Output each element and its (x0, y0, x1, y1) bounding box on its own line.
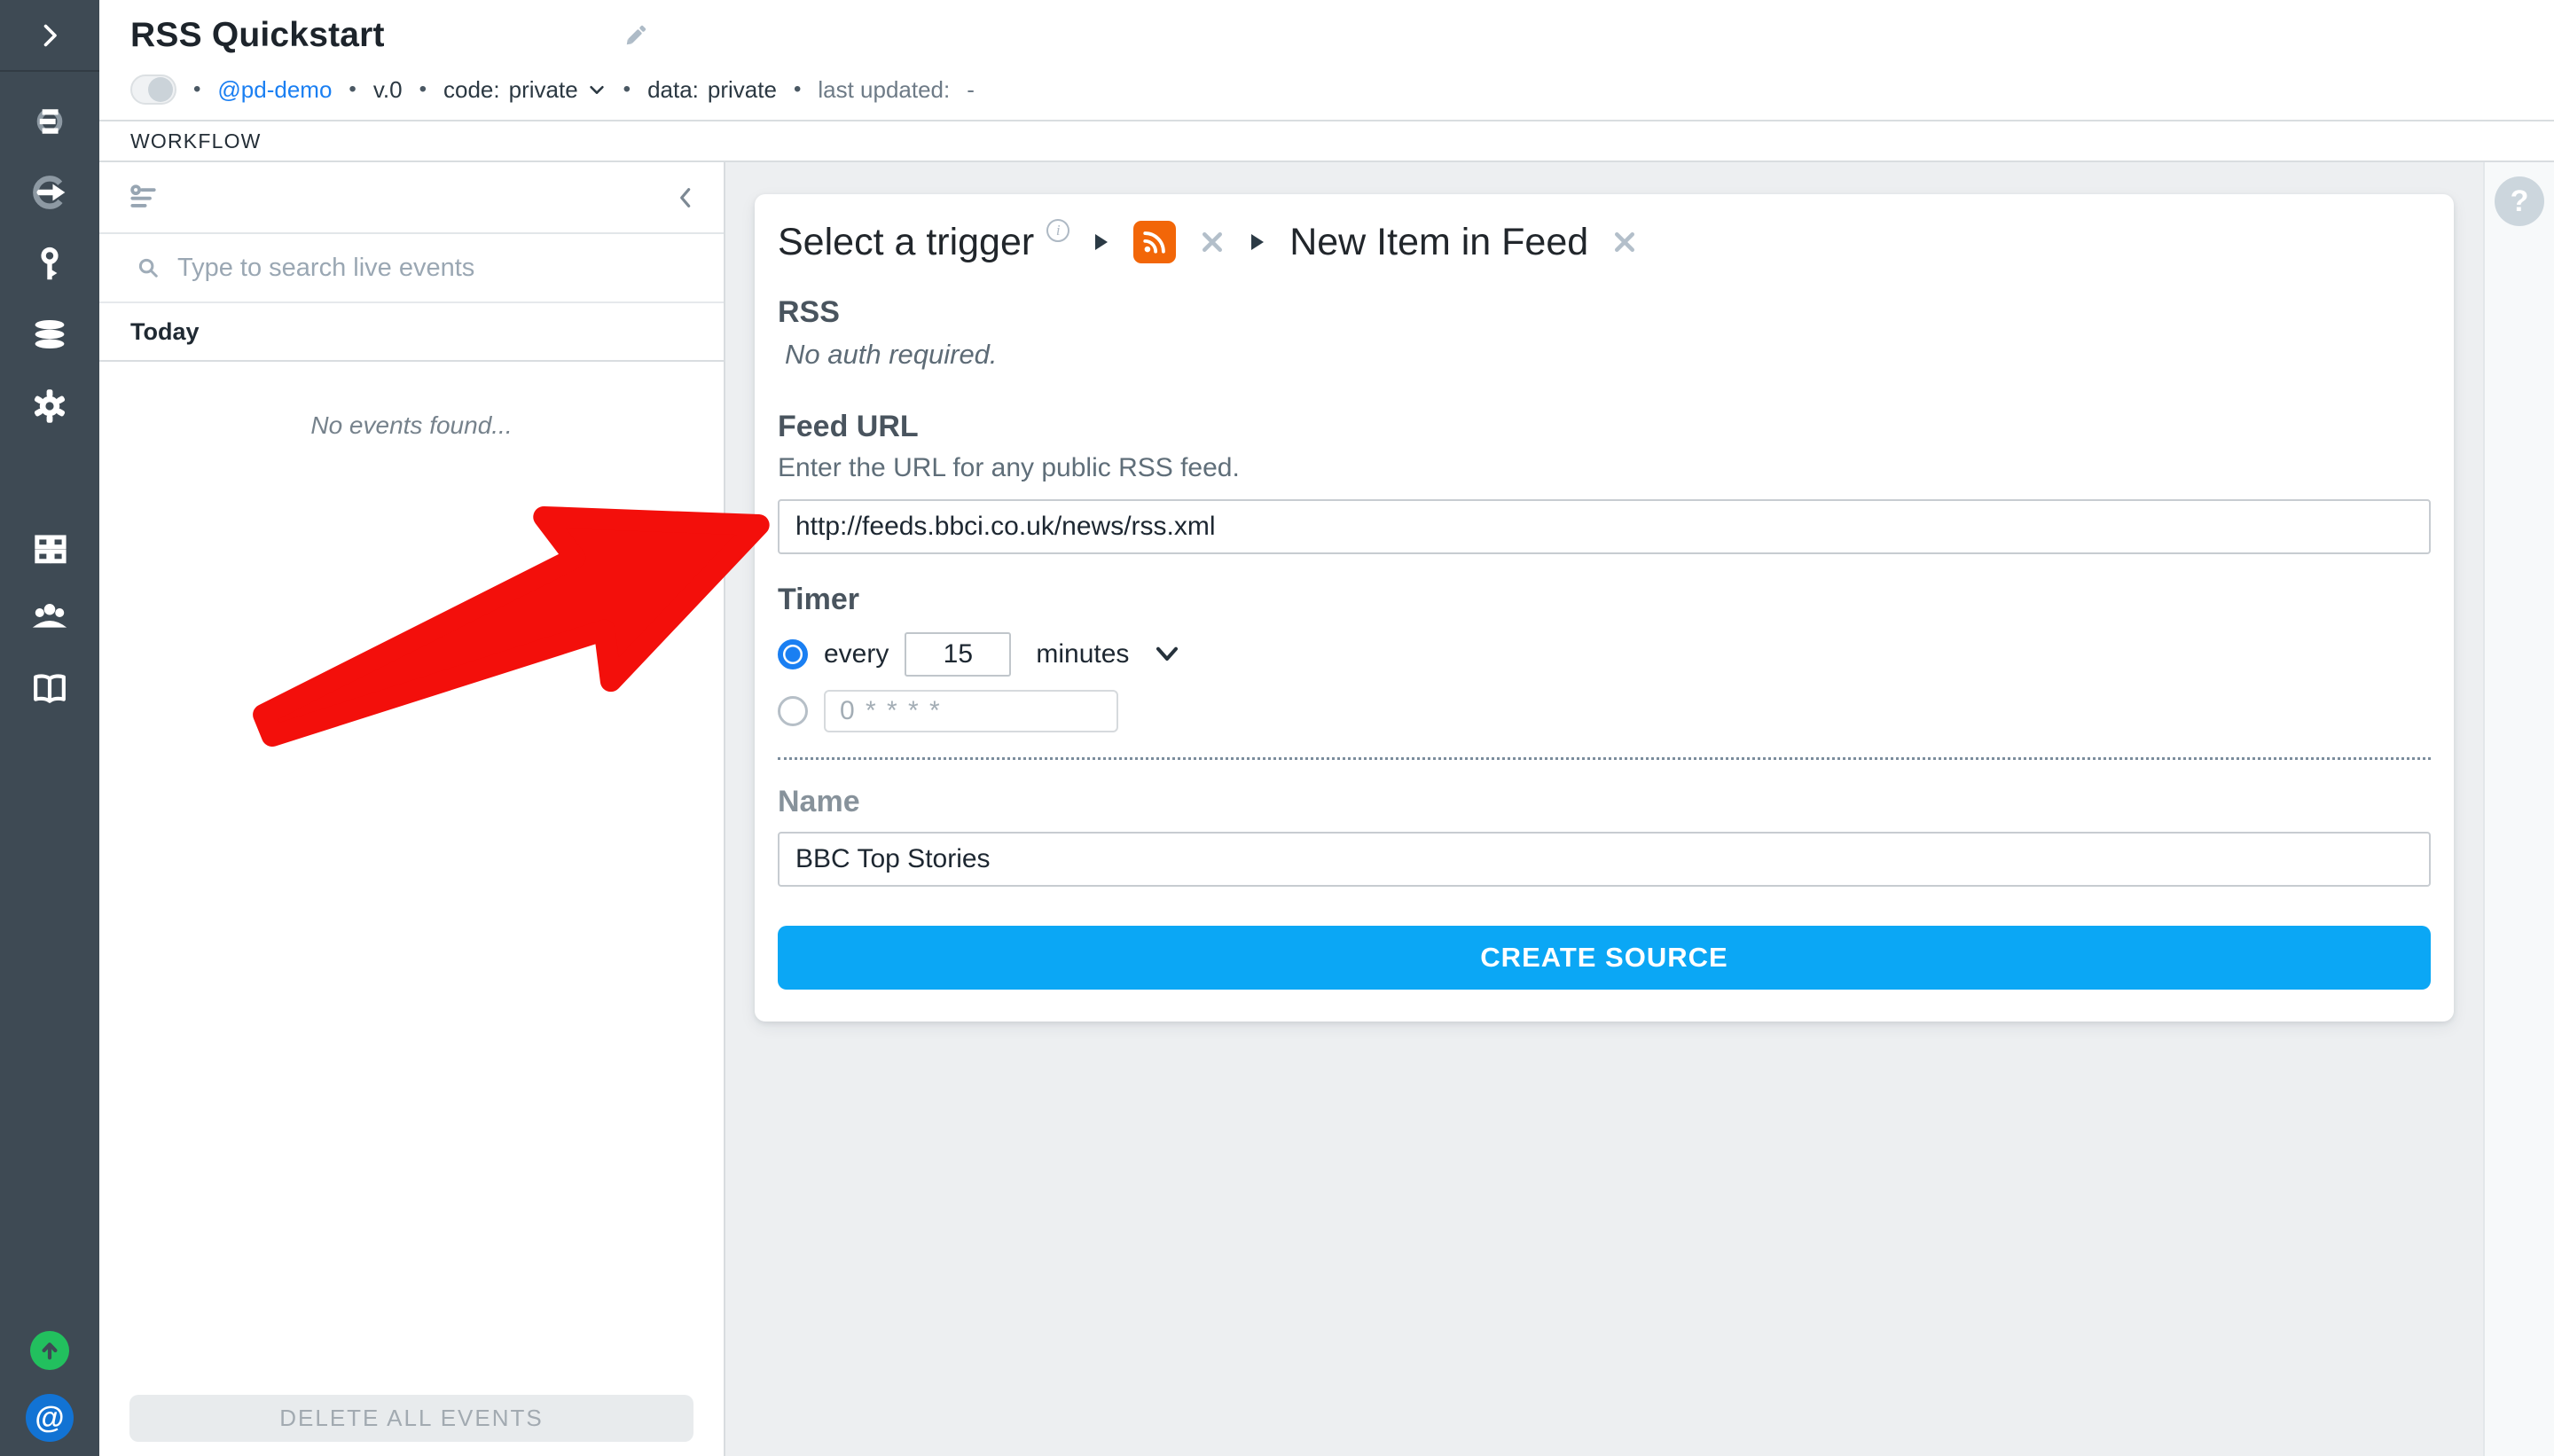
trigger-breadcrumb: Select a trigger i New Item in Feed (778, 215, 2431, 269)
source-out-icon (27, 169, 73, 215)
remove-app-button[interactable] (1199, 229, 1226, 255)
auth-note: No auth required. (778, 339, 2431, 371)
unit-value: minutes (1036, 639, 1129, 669)
help-button-label: ? (2511, 184, 2529, 219)
arrow-up-icon (37, 1338, 62, 1363)
sidebar-item-workflows[interactable] (27, 98, 73, 145)
bullet: • (794, 77, 801, 102)
data-visibility: data: private (647, 76, 777, 104)
live-events-panel: Today No events found... DELETE ALL EVEN… (99, 162, 725, 1456)
select-trigger-title[interactable]: Select a trigger (778, 221, 1034, 264)
info-icon[interactable]: i (1046, 219, 1069, 242)
tab-bar: WORKFLOW (99, 121, 2554, 162)
breadcrumb-arrow-icon (1249, 231, 1266, 253)
last-updated-label: last updated: (818, 76, 950, 104)
search-input[interactable] (176, 253, 724, 284)
close-icon (1611, 229, 1638, 255)
right-rail: ? (2483, 162, 2554, 1456)
section-divider (778, 757, 2431, 760)
interval-radio[interactable] (778, 639, 808, 669)
workflows-icon (27, 99, 72, 144)
close-icon (1199, 229, 1226, 255)
chevron-right-icon (34, 20, 66, 51)
bullet: • (419, 77, 427, 102)
version-label: v.0 (373, 76, 403, 104)
trigger-card: Select a trigger i New Item in Feed (755, 194, 2454, 1022)
breadcrumb-arrow-icon (1093, 231, 1110, 253)
feed-url-label: Feed URL (778, 410, 2431, 444)
sidebar-item-settings[interactable] (27, 383, 73, 429)
sidebar-item-community[interactable] (27, 594, 73, 640)
search-icon (135, 254, 161, 281)
feed-url-input[interactable] (778, 499, 2431, 554)
sidebar-expand-button[interactable] (0, 0, 99, 72)
interval-unit-dropdown[interactable]: minutes (1036, 639, 1180, 669)
empty-events-message: No events found... (99, 411, 724, 440)
trigger-step-title[interactable]: New Item in Feed (1289, 221, 1588, 264)
data-value: private (708, 76, 777, 104)
people-icon (27, 595, 72, 639)
cron-expression-input[interactable] (824, 690, 1118, 732)
open-book-icon (27, 667, 72, 711)
name-label: Name (778, 785, 2431, 819)
help-button[interactable]: ? (2495, 176, 2544, 226)
upgrade-button[interactable] (30, 1331, 69, 1370)
tab-workflow[interactable]: WORKFLOW (130, 129, 262, 153)
every-label: every (824, 639, 889, 669)
rss-icon (1140, 227, 1170, 257)
database-icon (28, 313, 71, 356)
filter-list-icon (126, 182, 161, 215)
interval-value-input[interactable] (905, 632, 1011, 677)
timer-cron-row (778, 690, 2431, 732)
chevron-left-icon (672, 184, 701, 212)
cron-radio[interactable] (778, 696, 808, 726)
sidebar-item-apps[interactable] (27, 526, 73, 572)
filter-events-button[interactable] (126, 182, 161, 220)
pencil-icon (621, 20, 651, 51)
create-source-button[interactable]: CREATE SOURCE (778, 926, 2431, 990)
deploy-toggle[interactable] (130, 74, 176, 105)
source-name-input[interactable] (778, 832, 2431, 887)
data-label: data: (647, 76, 699, 104)
app-section-heading: RSS (778, 295, 2431, 330)
sidebar-item-sources[interactable] (27, 169, 73, 215)
avatar-text: @ (35, 1401, 64, 1436)
header: RSS Quickstart • @pd-demo • v.0 • code: (99, 0, 2554, 121)
delete-all-events-button[interactable]: DELETE ALL EVENTS (129, 1395, 693, 1442)
remove-trigger-button[interactable] (1611, 229, 1638, 255)
last-updated-value: - (967, 76, 975, 104)
code-value: private (509, 76, 578, 104)
rss-app-badge (1133, 221, 1176, 263)
bullet: • (349, 77, 356, 102)
bullet: • (193, 77, 200, 102)
key-icon (29, 244, 70, 285)
sidebar-item-accounts[interactable] (27, 241, 73, 287)
sidebar-item-data-stores[interactable] (27, 311, 73, 357)
events-search-row (99, 234, 724, 303)
timer-label: Timer (778, 583, 2431, 617)
sidebar: @ (0, 0, 99, 1456)
feed-url-help: Enter the URL for any public RSS feed. (778, 453, 2431, 483)
apps-grid-icon (29, 528, 70, 569)
edit-title-button[interactable] (621, 20, 651, 51)
app-window: @ RSS Quickstart • @pd-demo • v.0 (0, 0, 2554, 1456)
chevron-down-icon (1154, 644, 1180, 665)
code-visibility-dropdown[interactable]: code: private (443, 76, 607, 104)
bullet: • (623, 77, 631, 102)
toggle-knob (148, 77, 173, 102)
collapse-panel-button[interactable] (672, 184, 701, 216)
sidebar-item-docs[interactable] (27, 666, 73, 712)
chevron-down-icon (587, 80, 607, 99)
code-label: code: (443, 76, 500, 104)
events-panel-toolbar (99, 162, 724, 234)
gear-icon (28, 385, 71, 427)
account-link[interactable]: @pd-demo (217, 76, 332, 104)
workflow-meta-row: • @pd-demo • v.0 • code: private • data:… (130, 74, 975, 105)
account-avatar[interactable]: @ (26, 1394, 74, 1442)
page-title: RSS Quickstart (130, 16, 385, 55)
timer-interval-row: every minutes (778, 631, 2431, 677)
events-group-header: Today (99, 303, 724, 362)
